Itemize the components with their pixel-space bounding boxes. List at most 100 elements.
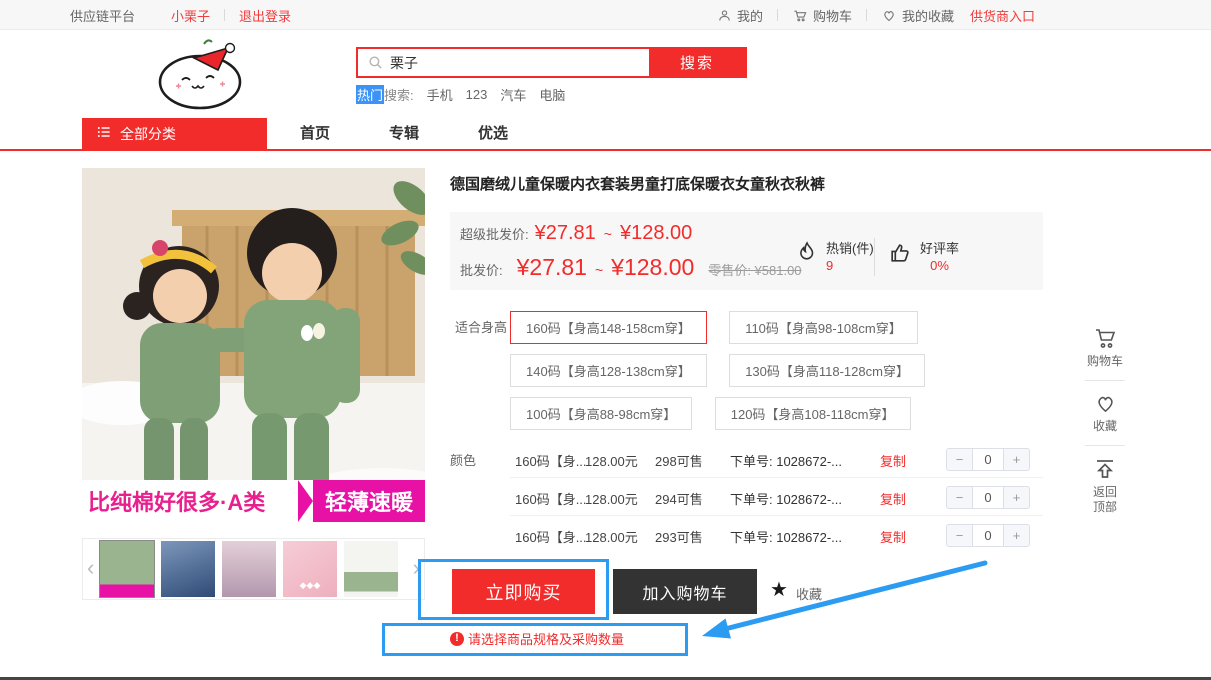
size-option-110[interactable]: 110码【身高98-108cm穿】 [729,311,918,344]
hot-keyword[interactable]: 123 [466,87,488,102]
sku-stock: 298可售 [655,451,703,470]
topbar: 供应链平台 小栗子 退出登录 我的 购物车 我的收藏 供货商入口 [0,0,1211,30]
banner-left-text: 比纯棉好很多·A类 [82,480,298,522]
divider [224,9,225,21]
size-option-100[interactable]: 100码【身高88-98cm穿】 [510,397,692,430]
plus-button[interactable]: + [1003,486,1030,509]
thumbnail-4[interactable]: ◆◆◆ [283,541,337,597]
logout-link[interactable]: 退出登录 [239,6,291,25]
divider [866,9,867,21]
favorites-label: 我的收藏 [902,6,954,25]
size-option-160[interactable]: 160码【身高148-158cm穿】 [510,311,707,344]
sku-order-number: 下单号: 1028672-... [730,451,842,470]
sidebar-cart[interactable]: 购物车 [1087,326,1123,369]
hot-search-selected-text: 热门 [356,85,384,104]
rating-value: 0% [920,257,959,274]
retail-price: 零售价: ¥581.00 [708,260,801,279]
plus-button[interactable]: + [1003,448,1030,471]
price-low: ¥27.81 [517,254,587,281]
menu-icon [96,124,112,143]
sidebar-cart-label: 购物车 [1087,354,1123,369]
thumbs-up-icon [888,240,913,274]
sku-price: 128.00元 [585,527,638,546]
divider [874,238,875,276]
product-image-banner: 比纯棉好很多·A类 轻薄速暖 [82,480,425,522]
divider [777,9,778,21]
prev-thumbnail-icon[interactable]: ‹ [87,553,94,583]
size-option-140[interactable]: 140码【身高128-138cm穿】 [510,354,707,387]
hot-keyword[interactable]: 电脑 [539,85,565,104]
supplier-entry-link[interactable]: 供货商入口 [970,6,1035,25]
hot-keyword[interactable]: 汽车 [500,85,526,104]
search-icon [367,54,384,76]
sku-price: 128.00元 [585,451,638,470]
cart-link[interactable]: 购物车 [792,6,852,25]
back-to-top-label-2: 顶部 [1093,500,1117,515]
sku-price: 128.00元 [585,489,638,508]
price-tilde: ~ [604,226,612,242]
favorite-label[interactable]: 收藏 [796,584,822,603]
quantity-value[interactable]: 0 [973,486,1003,509]
wholesale-label: 批发价: [460,260,503,279]
cart-icon [1092,326,1118,354]
favorites-link[interactable]: 我的收藏 [881,6,954,25]
plus-button[interactable]: + [1003,524,1030,547]
quantity-value[interactable]: 0 [973,448,1003,471]
sidebar-favorite[interactable]: 收藏 [1093,392,1118,434]
hot-keyword[interactable]: 手机 [427,85,453,104]
minus-button[interactable]: − [946,524,973,547]
search-button[interactable]: 搜索 [649,49,745,76]
size-option-130[interactable]: 130码【身高118-128cm穿】 [729,354,925,387]
username-link[interactable]: 小栗子 [171,6,210,25]
search-input[interactable] [358,49,649,76]
thumbnail-2[interactable] [161,541,215,597]
thumbnail-5[interactable] [344,541,398,597]
flame-icon [795,240,819,274]
nav-albums[interactable]: 专辑 [389,118,419,149]
size-option-120[interactable]: 120码【身高108-118cm穿】 [715,397,911,430]
sku-order-number: 下单号: 1028672-... [730,489,842,508]
price-high: ¥128.00 [620,222,692,245]
back-to-top-icon [1093,457,1117,485]
divider [1085,445,1125,446]
search-bar: 搜索 [356,47,747,78]
nav-home[interactable]: 首页 [300,118,330,149]
price-tilde: ~ [595,262,603,278]
my-account-link[interactable]: 我的 [717,6,763,25]
back-to-top-label-1: 返回 [1093,485,1117,500]
next-thumbnail-icon[interactable]: › [413,553,420,583]
platform-link[interactable]: 供应链平台 [70,6,135,25]
cart-icon [792,8,808,23]
rating-stat: 好评率 0% [888,240,959,274]
sku-order-number: 下单号: 1028672-... [730,527,842,546]
copy-link[interactable]: 复制 [880,527,906,546]
quantity-value[interactable]: 0 [973,524,1003,547]
thumbnail-1[interactable] [100,541,154,597]
sku-stock: 294可售 [655,489,703,508]
thumbnail-3[interactable] [222,541,276,597]
star-icon[interactable]: ★ [770,578,788,602]
banner-chevron [298,480,313,522]
add-to-cart-button[interactable]: 加入购物车 [613,569,757,614]
all-categories-button[interactable]: 全部分类 [82,118,267,149]
all-categories-label: 全部分类 [120,124,176,144]
banner-right-text: 轻薄速暖 [313,480,425,522]
error-message-row: ! 请选择商品规格及采购数量 [450,629,624,648]
site-logo[interactable] [152,36,252,112]
nav-featured[interactable]: 优选 [478,118,508,149]
sku-row: 160码【身... 128.00元 298可售 下单号: 1028672-...… [510,440,1043,478]
minus-button[interactable]: − [946,486,973,509]
quantity-stepper: − 0 + [946,486,1030,509]
back-to-top[interactable]: 返回 顶部 [1093,457,1117,515]
buy-now-button[interactable]: 立即购买 [452,569,595,614]
minus-button[interactable]: − [946,448,973,471]
quantity-stepper: − 0 + [946,448,1030,471]
quantity-stepper: − 0 + [946,524,1030,547]
sku-table: 160码【身... 128.00元 298可售 下单号: 1028672-...… [510,440,1043,554]
sku-size: 160码【身... [515,527,587,546]
price-high: ¥128.00 [611,254,694,281]
product-image[interactable] [82,168,425,522]
copy-link[interactable]: 复制 [880,451,906,470]
copy-link[interactable]: 复制 [880,489,906,508]
sidebar-favorite-label: 收藏 [1093,419,1117,434]
